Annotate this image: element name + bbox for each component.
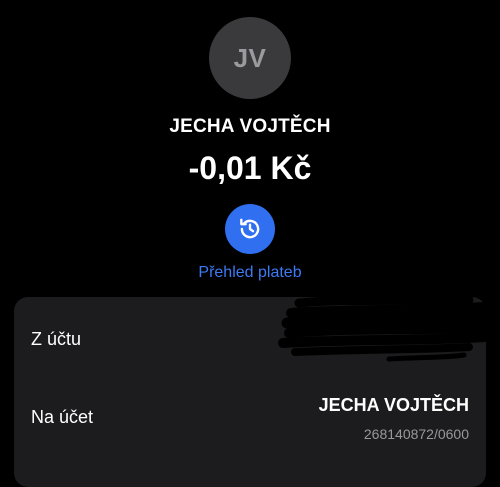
to-account-number: 268140872/0600 — [363, 426, 469, 442]
history-clock-icon — [240, 218, 260, 239]
payment-history-link[interactable]: Přehled plateb — [0, 264, 500, 282]
payment-details-card: Z účtu Na účet JECHA VOJTĚCH 268140872/0… — [14, 297, 497, 487]
avatar-initials: JV — [233, 42, 267, 73]
from-account-label: Z účtu — [31, 329, 82, 349]
redacted-account-scribble — [278, 297, 497, 362]
to-account-label: Na účet — [31, 407, 94, 427]
payment-history-button[interactable] — [225, 204, 275, 254]
to-account-name: JECHA VOJTĚCH — [318, 395, 469, 415]
recipient-name: JECHA VOJTĚCH — [169, 116, 331, 137]
avatar: JV — [209, 17, 291, 99]
payment-amount: -0,01 Kč — [188, 150, 312, 186]
